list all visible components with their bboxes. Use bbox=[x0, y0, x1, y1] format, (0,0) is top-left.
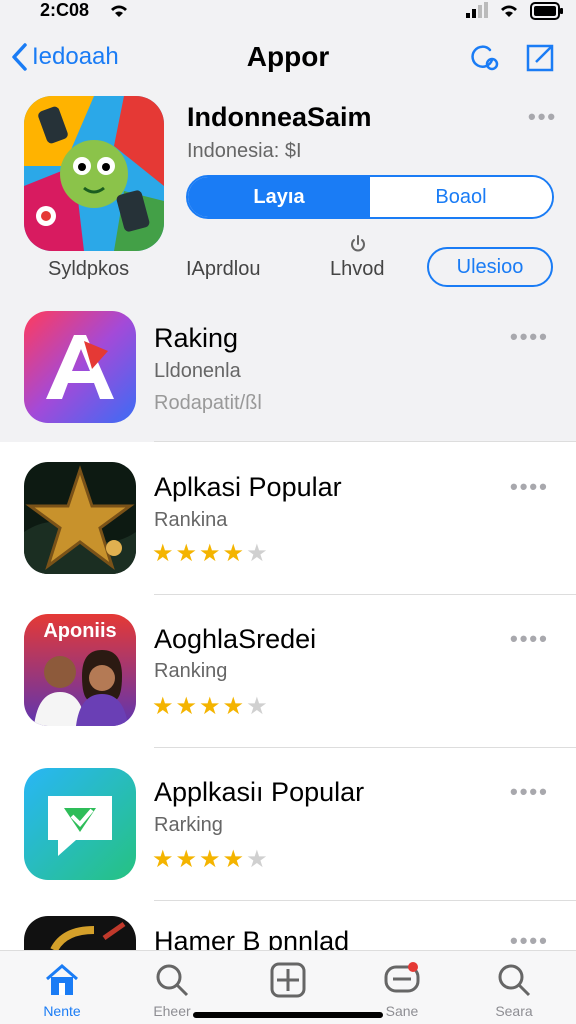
app-subtitle: Rankina bbox=[154, 509, 228, 531]
divider bbox=[154, 594, 576, 595]
rating-stars: ★★★★★ bbox=[152, 846, 270, 873]
app-subtitle-2: Rodapatit/ßl bbox=[154, 392, 262, 414]
tab-label: Sane bbox=[385, 1003, 419, 1019]
battery-icon bbox=[530, 2, 563, 20]
compose-icon[interactable] bbox=[524, 40, 558, 74]
app-icon[interactable] bbox=[24, 916, 136, 950]
featured-app-name: IndonneaSaim bbox=[187, 102, 372, 132]
divider bbox=[154, 747, 576, 748]
tab-chat[interactable]: Sane bbox=[357, 961, 447, 1019]
tab-home[interactable]: Nente bbox=[17, 961, 107, 1019]
update-button[interactable]: Ulesioo bbox=[427, 247, 553, 287]
app-name: Raking bbox=[154, 323, 239, 353]
meta-label: IAprdlou bbox=[186, 258, 261, 280]
more-options-icon[interactable]: •••• bbox=[510, 324, 549, 350]
tab-label: Eheer bbox=[153, 1003, 191, 1019]
divider bbox=[154, 441, 576, 442]
rating-stars: ★★★★★ bbox=[152, 540, 270, 567]
navigation-bar: Iedoaah Appor bbox=[0, 34, 576, 82]
signal-icon bbox=[466, 2, 488, 18]
meta-label: Lhvod bbox=[330, 258, 385, 280]
more-options-icon[interactable]: •••• bbox=[510, 779, 549, 805]
chat-icon bbox=[384, 962, 420, 993]
segment-left[interactable]: Layıa bbox=[188, 177, 370, 217]
search-icon bbox=[156, 964, 189, 997]
app-name: AoghlaSredei bbox=[154, 624, 317, 654]
divider bbox=[154, 900, 576, 901]
add-icon bbox=[270, 962, 306, 998]
wifi-icon bbox=[111, 5, 127, 17]
tab-search[interactable]: Seara bbox=[469, 961, 559, 1019]
app-name: Applkasiı Popular bbox=[154, 777, 365, 807]
app-icon[interactable] bbox=[24, 311, 136, 423]
more-options-icon[interactable]: •••• bbox=[510, 626, 549, 652]
search-icon bbox=[498, 964, 531, 997]
rating-stars: ★★★★★ bbox=[152, 693, 270, 720]
featured-app-icon[interactable] bbox=[24, 96, 164, 251]
app-name: Aplkasi Popular bbox=[154, 472, 342, 502]
app-subtitle: Ranking bbox=[154, 660, 228, 682]
home-icon bbox=[46, 964, 78, 995]
featured-app-subtitle: Indonesia: $I bbox=[187, 140, 302, 162]
app-subtitle: Lldonenla bbox=[154, 360, 241, 382]
power-icon bbox=[351, 235, 365, 252]
home-indicator[interactable] bbox=[193, 1012, 383, 1018]
status-time: 2:C08 bbox=[40, 0, 90, 20]
app-icon-label: Aponiis bbox=[43, 620, 117, 642]
refresh-icon[interactable] bbox=[466, 40, 500, 74]
more-options-icon[interactable]: ••• bbox=[528, 104, 557, 130]
app-icon[interactable] bbox=[24, 462, 136, 574]
meta-label: Syldpkos bbox=[48, 258, 130, 280]
tab-label: Nente bbox=[43, 1003, 81, 1019]
tab-label: Seara bbox=[495, 1003, 533, 1019]
more-options-icon[interactable]: •••• bbox=[510, 474, 549, 500]
app-subtitle: Rarking bbox=[154, 814, 223, 836]
app-icon[interactable] bbox=[24, 768, 136, 880]
wifi-icon bbox=[501, 5, 517, 17]
tab-explore[interactable]: Eheer bbox=[127, 961, 217, 1019]
tab-add[interactable] bbox=[243, 961, 333, 1003]
segment-right[interactable]: Boaol bbox=[370, 177, 552, 217]
status-bar: 2:C08 bbox=[0, 0, 576, 24]
app-icon[interactable]: Aponiis bbox=[24, 614, 136, 726]
segmented-control: Layıa Boaol bbox=[186, 175, 554, 219]
